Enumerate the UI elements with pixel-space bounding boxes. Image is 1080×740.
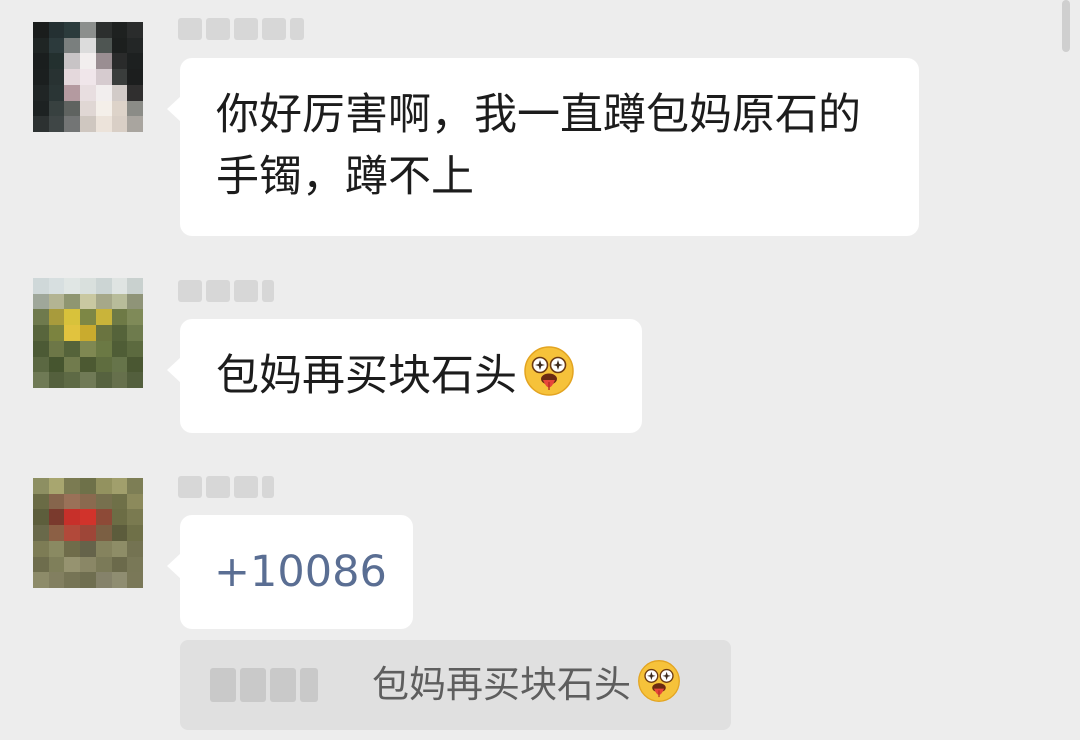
phone-number-link[interactable]: +10086 [214, 547, 387, 597]
message-bubble[interactable]: 包妈再买块石头 [167, 319, 642, 433]
quoted-text: 包妈再买块石头 [372, 663, 631, 706]
message-text: 包妈再买块石头 [216, 351, 517, 401]
avatar[interactable] [33, 478, 143, 588]
message-bubble[interactable]: +10086 [167, 515, 413, 629]
quoted-sender-redacted [210, 668, 318, 702]
sender-name-redacted [178, 14, 304, 44]
message-text: 你好厉害啊，我一直蹲包妈原石的手镯，蹲不上 [216, 90, 861, 202]
avatar[interactable] [33, 278, 143, 388]
sender-name-redacted [178, 472, 274, 502]
tongue-out-emoji-icon [524, 346, 574, 396]
message-bubble[interactable]: 你好厉害啊，我一直蹲包妈原石的手镯，蹲不上 [167, 58, 919, 236]
avatar[interactable] [33, 22, 143, 132]
quoted-text-line: 包妈再买块石头 [372, 655, 681, 715]
quoted-message[interactable]: 包妈再买块石头 [180, 640, 731, 730]
scrollbar[interactable] [1062, 0, 1070, 52]
sender-name-redacted [178, 276, 274, 306]
tongue-out-emoji-icon [638, 660, 680, 702]
